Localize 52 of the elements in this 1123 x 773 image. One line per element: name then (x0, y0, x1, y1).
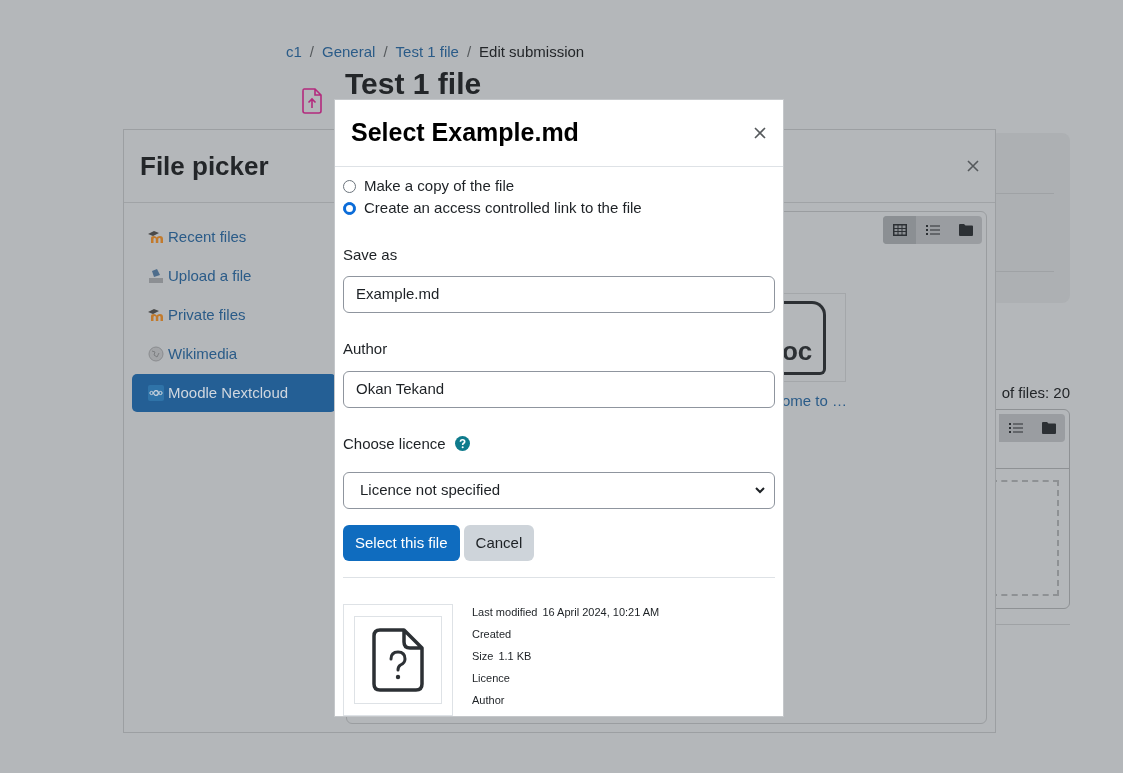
repository-item[interactable]: Recent files (132, 218, 336, 256)
detail-value: 1.1 KB (498, 649, 532, 664)
cancel-button[interactable]: Cancel (463, 525, 535, 561)
radio-label: Create an access controlled link to the file (364, 198, 642, 219)
moodle-icon (148, 230, 164, 244)
detail-label: Licence (472, 671, 510, 686)
breadcrumb-current: Edit submission (479, 41, 585, 62)
files-count-text: of files: 20 (1001, 383, 1070, 403)
breadcrumb-separator: / (309, 41, 314, 62)
radio-label: Make a copy of the file (364, 176, 515, 197)
detail-label: Created (472, 627, 512, 642)
breadcrumb-separator: / (466, 41, 472, 62)
help-icon[interactable] (454, 436, 470, 452)
file-upload-icon (302, 88, 322, 114)
chevron-down-icon (755, 487, 765, 494)
upload-tray-icon (148, 268, 164, 284)
breadcrumb-separator: / (383, 41, 388, 62)
breadcrumb-link[interactable]: Test 1 file (395, 40, 459, 64)
unknown-file-icon (372, 628, 424, 692)
nextcloud-icon (148, 385, 164, 401)
save-as-field[interactable]: Example.md (343, 276, 775, 313)
moodle-icon (148, 308, 164, 322)
repository-item[interactable]: Moodle Nextcloud (132, 374, 336, 412)
detail-value: 16 April 2024, 10:21 AM (542, 605, 660, 620)
dialog-title: Select Example.md (351, 117, 579, 148)
view-mode-button[interactable] (883, 216, 916, 244)
radio-button[interactable] (343, 202, 356, 215)
detail-label: Size (472, 649, 494, 664)
folder-icon (1041, 421, 1056, 434)
list-icon (925, 224, 940, 236)
radio-button[interactable] (343, 180, 356, 193)
repository-item[interactable]: Wikimedia (132, 335, 336, 373)
grid-icon (892, 224, 907, 236)
close-icon[interactable] (754, 126, 766, 139)
page-title: Test 1 file (345, 70, 482, 98)
field-label: Author (343, 339, 389, 359)
field-label: Choose licence (343, 433, 446, 454)
modal-title: File picker (140, 149, 269, 183)
licence-select[interactable]: Licence not specified (343, 472, 775, 509)
globe-icon (148, 346, 164, 362)
author-field[interactable]: Okan Tekand (343, 370, 775, 408)
breadcrumb-link[interactable]: General (322, 40, 376, 64)
list-icon (1008, 421, 1023, 434)
repository-item[interactable]: Private files (132, 296, 336, 334)
breadcrumb-link[interactable]: c1 (286, 40, 302, 64)
close-icon[interactable] (967, 160, 979, 172)
field-label: Save as (343, 244, 399, 265)
detail-label: Last modified (472, 605, 538, 620)
folder-icon (958, 224, 973, 236)
repository-item[interactable]: Upload a file (132, 257, 336, 295)
detail-label: Author (472, 693, 505, 708)
select-file-button[interactable]: Select this file (343, 525, 460, 561)
